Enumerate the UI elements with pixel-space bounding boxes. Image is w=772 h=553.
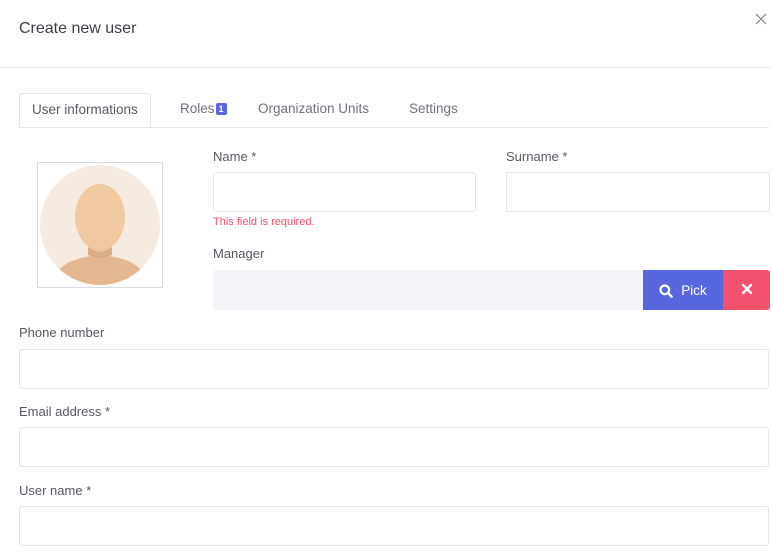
search-icon: [659, 283, 674, 298]
username-label: User name *: [19, 483, 92, 498]
default-avatar-icon: [40, 165, 160, 285]
phone-input[interactable]: [19, 349, 769, 389]
tab-label: Settings: [409, 101, 458, 116]
tab-bar: User informations Roles 1 Organization Un…: [19, 93, 769, 128]
modal-header: Create new user: [0, 0, 772, 68]
email-input[interactable]: [19, 427, 769, 467]
tab-settings[interactable]: Settings: [409, 93, 458, 127]
tab-label: Organization Units: [258, 101, 370, 116]
roles-count-badge: 1: [215, 103, 227, 115]
name-error-message: This field is required.: [213, 216, 315, 228]
pick-button-label: Pick: [681, 282, 707, 298]
times-icon: [741, 283, 752, 294]
manager-field[interactable]: [213, 270, 643, 310]
name-input[interactable]: [213, 172, 476, 212]
tab-roles[interactable]: Roles 1: [180, 93, 227, 127]
tab-label: User informations: [32, 102, 138, 117]
profile-picture[interactable]: [37, 162, 163, 288]
surname-label: Surname *: [506, 149, 568, 164]
tab-organization-units[interactable]: Organization Units: [258, 93, 369, 127]
pick-manager-button[interactable]: Pick: [643, 270, 723, 310]
tab-user-informations[interactable]: User informations: [19, 93, 151, 127]
name-label: Name *: [213, 149, 257, 164]
modal-title: Create new user: [19, 20, 137, 37]
surname-input[interactable]: [506, 172, 770, 212]
clear-manager-button[interactable]: [723, 270, 770, 310]
tab-label: Roles: [180, 101, 215, 116]
manager-label: Manager: [213, 246, 265, 261]
phone-label: Phone number: [19, 325, 105, 340]
email-label: Email address *: [19, 404, 111, 419]
username-input[interactable]: [19, 506, 769, 546]
close-icon[interactable]: [752, 10, 770, 28]
